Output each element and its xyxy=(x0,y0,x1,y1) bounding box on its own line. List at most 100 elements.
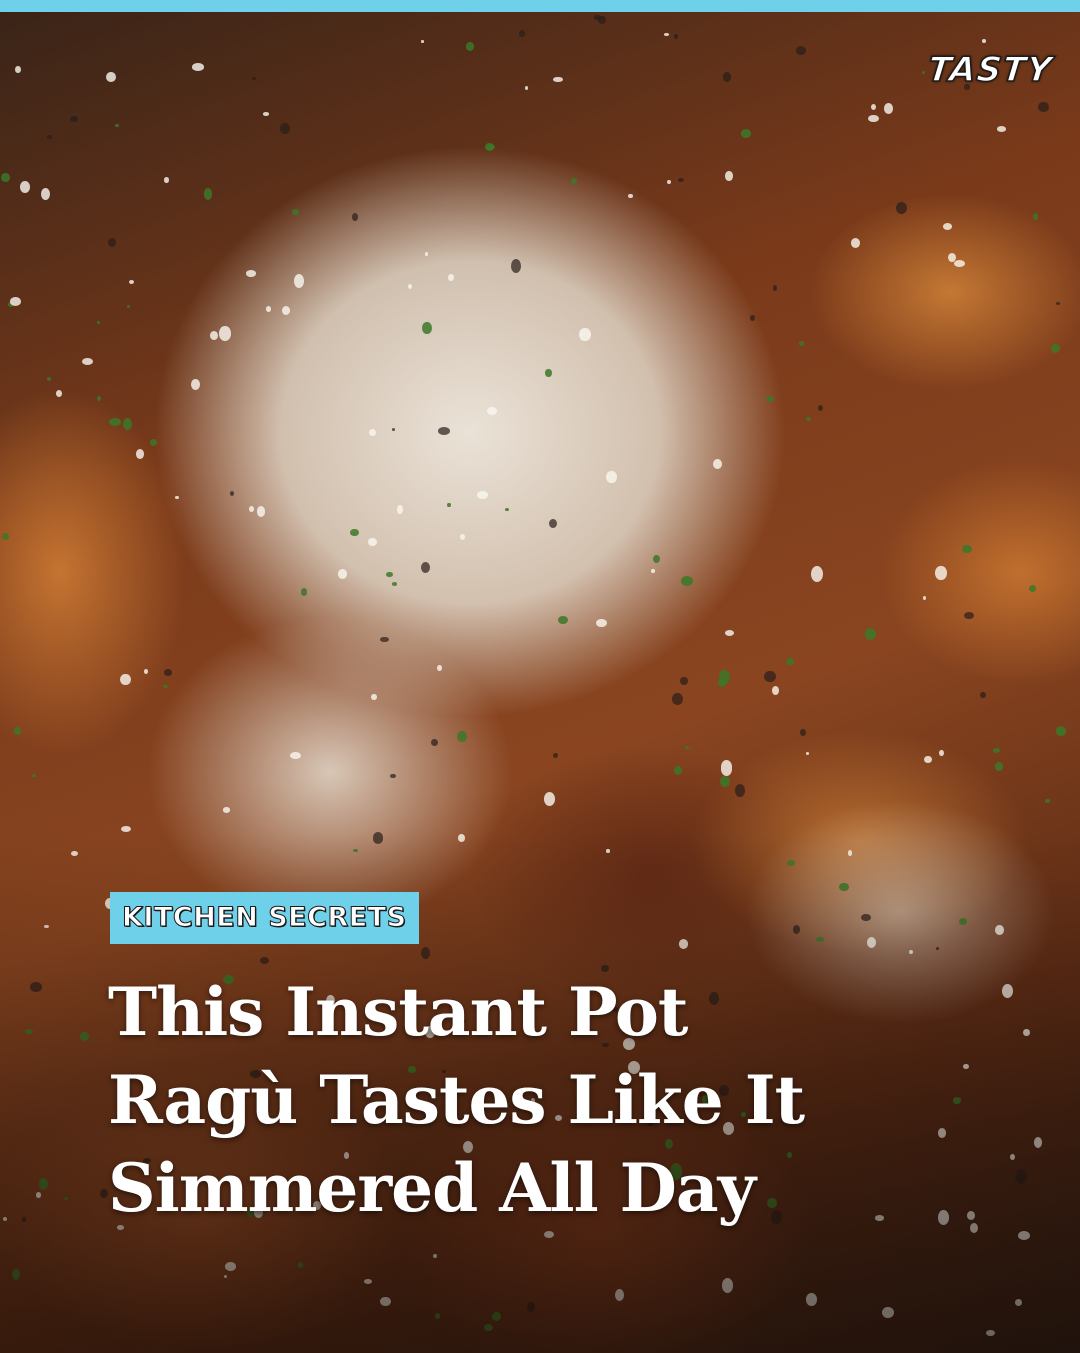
garnish-speck xyxy=(805,417,812,422)
garnish-speck xyxy=(908,949,914,954)
garnish-speck xyxy=(848,850,853,856)
garnish-speck xyxy=(485,144,495,150)
garnish-speck xyxy=(119,673,131,686)
garnish-speck xyxy=(391,428,396,432)
accent-top-bar xyxy=(0,0,1080,12)
garnish-speck xyxy=(713,459,722,470)
garnish-speck xyxy=(839,882,849,892)
garnish-speck xyxy=(223,1274,228,1278)
garnish-speck xyxy=(260,957,270,965)
garnish-speck xyxy=(1055,302,1061,306)
garnish-speck xyxy=(815,936,824,943)
garnish-speck xyxy=(100,1189,108,1199)
garnish-speck xyxy=(420,561,430,573)
garnish-speck xyxy=(924,755,933,764)
garnish-speck xyxy=(209,331,219,341)
garnish-speck xyxy=(150,438,158,447)
garnish-speck xyxy=(1038,101,1049,113)
garnish-speck xyxy=(734,784,745,797)
garnish-speck xyxy=(81,357,94,366)
garnish-speck xyxy=(1055,726,1067,736)
garnish-speck xyxy=(224,1262,236,1271)
garnish-speck xyxy=(720,760,733,776)
garnish-speck xyxy=(55,390,63,398)
garnish-speck xyxy=(785,657,795,665)
headline-line-2: Ragù Tastes Like It xyxy=(108,1061,805,1139)
garnish-speck xyxy=(571,178,577,184)
garnish-speck xyxy=(222,807,231,813)
garnish-speck xyxy=(678,177,685,183)
garnish-speck xyxy=(353,848,359,853)
garnish-speck xyxy=(606,471,617,483)
garnish-speck xyxy=(680,676,688,686)
garnish-speck xyxy=(795,46,806,56)
garnish-speck xyxy=(431,739,438,747)
garnish-speck xyxy=(666,179,672,185)
garnish-speck xyxy=(664,33,669,37)
garnish-speck xyxy=(806,1292,817,1306)
garnish-speck xyxy=(652,554,660,563)
garnish-speck xyxy=(678,939,689,950)
garnish-speck xyxy=(438,427,451,435)
headline: This Instant Pot Ragù Tastes Like It Sim… xyxy=(108,968,1008,1232)
garnish-speck xyxy=(961,545,973,553)
garnish-speck xyxy=(31,774,36,777)
garnish-speck xyxy=(504,508,510,511)
garnish-speck xyxy=(96,321,100,325)
garnish-speck xyxy=(477,490,489,499)
garnish-speck xyxy=(448,274,455,282)
garnish-speck xyxy=(793,925,801,934)
garnish-speck xyxy=(922,595,927,601)
garnish-speck xyxy=(143,668,149,674)
garnish-speck xyxy=(391,582,398,587)
garnish-speck xyxy=(979,691,986,699)
garnish-speck xyxy=(868,114,880,123)
garnish-speck xyxy=(79,1032,89,1041)
garnish-speck xyxy=(135,449,145,460)
garnish-speck xyxy=(724,629,735,636)
garnish-speck xyxy=(525,85,529,91)
garnish-speck xyxy=(938,749,944,757)
garnish-speck xyxy=(465,41,475,51)
garnish-speck xyxy=(36,1192,42,1199)
garnish-speck xyxy=(935,947,940,951)
garnish-speck xyxy=(13,727,22,735)
garnish-speck xyxy=(114,123,119,127)
garnish-speck xyxy=(396,505,404,515)
garnish-speck xyxy=(1034,1137,1042,1149)
garnish-speck xyxy=(1029,584,1037,592)
garnish-speck xyxy=(672,693,684,706)
garnish-speck xyxy=(371,694,377,701)
garnish-speck xyxy=(447,503,451,508)
garnish-speck xyxy=(866,937,877,949)
garnish-speck xyxy=(422,321,432,335)
garnish-speck xyxy=(70,850,78,856)
garnish-speck xyxy=(460,533,466,540)
garnish-speck xyxy=(245,270,257,277)
garnish-speck xyxy=(548,518,557,529)
post-frame: TASTY KITCHEN SECRETS This Instant Pot R… xyxy=(0,0,1080,1353)
garnish-speck xyxy=(1010,1153,1016,1160)
garnish-speck xyxy=(421,40,425,43)
garnish-speck xyxy=(368,537,377,546)
garnish-speck xyxy=(510,259,521,273)
garnish-speck xyxy=(685,746,690,750)
garnish-speck xyxy=(579,327,591,341)
garnish-speck xyxy=(420,946,430,960)
garnish-speck xyxy=(545,369,552,377)
garnish-speck xyxy=(64,1196,68,1200)
garnish-speck xyxy=(864,628,876,641)
garnish-speck xyxy=(598,16,607,24)
garnish-speck xyxy=(986,1329,995,1336)
garnish-speck xyxy=(596,618,607,627)
garnish-speck xyxy=(128,279,135,285)
garnish-speck xyxy=(870,104,876,111)
garnish-speck xyxy=(379,636,389,643)
garnish-speck xyxy=(720,776,730,788)
garnish-speck xyxy=(390,773,396,779)
garnish-speck xyxy=(249,505,255,513)
garnish-speck xyxy=(163,685,169,689)
garnish-speck xyxy=(553,76,563,83)
garnish-speck xyxy=(256,505,266,517)
garnish-speck xyxy=(800,728,807,736)
